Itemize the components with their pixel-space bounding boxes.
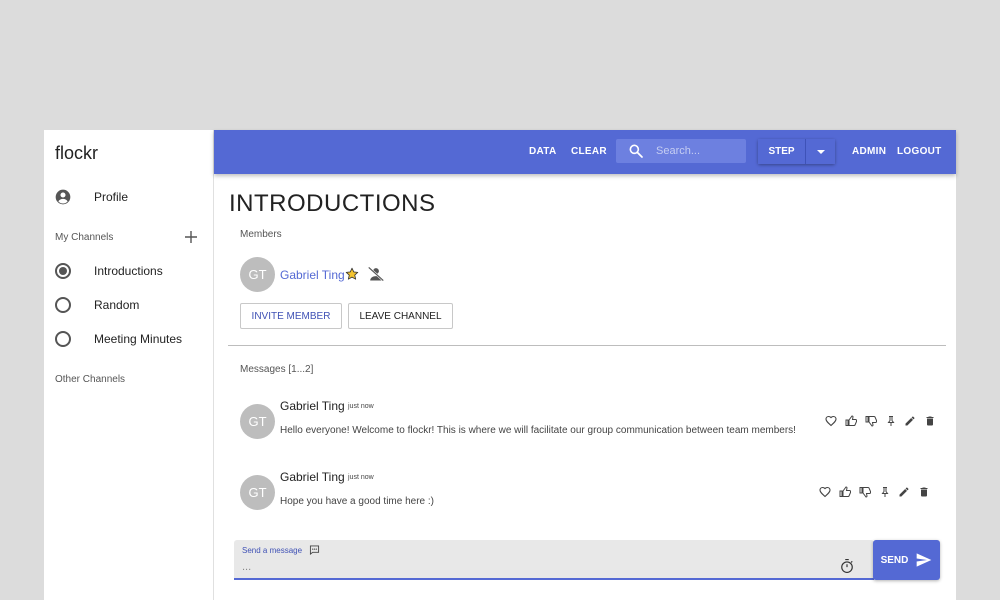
- members-heading: Members: [240, 229, 282, 240]
- radio-unchecked-icon[interactable]: [55, 297, 71, 313]
- message-timestamp: just now: [348, 474, 374, 481]
- sidebar: flockr Profile My Channels Introductions…: [44, 130, 214, 600]
- message-input[interactable]: [242, 559, 832, 575]
- leave-channel-button[interactable]: LEAVE CHANNEL: [348, 303, 453, 329]
- clear-button[interactable]: CLEAR: [571, 146, 607, 157]
- account-circle-icon: [55, 189, 71, 205]
- person-off-icon[interactable]: [367, 266, 385, 282]
- avatar: GT: [240, 404, 275, 439]
- trash-icon[interactable]: [924, 415, 936, 427]
- heart-outline-icon[interactable]: [825, 415, 837, 427]
- pencil-icon[interactable]: [898, 486, 910, 498]
- message-text: Hello everyone! Welcome to flockr! This …: [280, 425, 796, 436]
- messages-heading: Messages [1...2]: [240, 364, 314, 375]
- message-author: Gabriel Ting: [280, 399, 345, 413]
- data-button[interactable]: DATA: [529, 146, 557, 157]
- pencil-icon[interactable]: [904, 415, 916, 427]
- step-button-group: STEP: [758, 139, 835, 164]
- sidebar-item-label: Meeting Minutes: [94, 332, 183, 346]
- logout-button[interactable]: LOGOUT: [897, 146, 942, 157]
- radio-unchecked-icon[interactable]: [55, 331, 71, 347]
- thumb-down-icon[interactable]: [859, 486, 871, 498]
- message-author: Gabriel Ting: [280, 470, 345, 484]
- app-window: flockr Profile My Channels Introductions…: [44, 130, 956, 600]
- step-dropdown-button[interactable]: [806, 139, 835, 164]
- sidebar-item-label: Introductions: [94, 264, 163, 278]
- message-composer: Send a message: [234, 540, 874, 580]
- composer-label: Send a message: [242, 546, 303, 555]
- top-app-bar: DATA CLEAR STEP ADMIN LOGOUT: [214, 130, 956, 174]
- radio-checked-icon[interactable]: [55, 263, 71, 279]
- thumb-down-icon[interactable]: [865, 415, 877, 427]
- sidebar-item-introductions[interactable]: Introductions: [44, 256, 214, 286]
- section-divider: [228, 345, 946, 346]
- my-channels-heading: My Channels: [55, 232, 114, 243]
- sidebar-item-meeting-minutes[interactable]: Meeting Minutes: [44, 324, 214, 354]
- timer-icon[interactable]: [840, 558, 854, 574]
- sidebar-item-profile[interactable]: Profile: [44, 182, 214, 212]
- trash-icon[interactable]: [918, 486, 930, 498]
- add-channel-plus-icon[interactable]: [183, 229, 199, 245]
- admin-button[interactable]: ADMIN: [852, 146, 886, 157]
- heart-outline-icon[interactable]: [819, 486, 831, 498]
- step-button[interactable]: STEP: [758, 139, 806, 164]
- brand-logo: flockr: [55, 143, 99, 163]
- message-timestamp: just now: [348, 403, 374, 410]
- sidebar-item-random[interactable]: Random: [44, 290, 214, 320]
- thumb-up-icon[interactable]: [845, 415, 857, 427]
- invite-member-button[interactable]: INVITE MEMBER: [240, 303, 342, 329]
- sidebar-item-label: Profile: [94, 190, 129, 204]
- star-icon: [345, 267, 359, 280]
- thumb-up-icon[interactable]: [839, 486, 851, 498]
- avatar: GT: [240, 257, 275, 292]
- other-channels-heading: Other Channels: [55, 374, 126, 385]
- page-title: INTRODUCTIONS: [229, 190, 436, 217]
- caret-down-icon: [816, 149, 825, 154]
- member-name-link[interactable]: Gabriel Ting: [280, 268, 345, 282]
- pin-icon[interactable]: [885, 415, 897, 427]
- send-icon: [917, 553, 932, 567]
- channel-panel: INTRODUCTIONS Members GT Gabriel Ting IN…: [214, 174, 956, 600]
- search-input[interactable]: [656, 142, 741, 160]
- sidebar-item-label: Random: [94, 298, 140, 312]
- search-icon: [629, 144, 643, 158]
- search-box: [616, 139, 746, 163]
- message-text: Hope you have a good time here :): [280, 496, 434, 507]
- avatar: GT: [240, 475, 275, 510]
- pin-icon[interactable]: [879, 486, 891, 498]
- send-button-label: SEND: [880, 554, 909, 566]
- chat-bubble-icon: [309, 545, 320, 555]
- send-button[interactable]: SEND: [873, 540, 940, 580]
